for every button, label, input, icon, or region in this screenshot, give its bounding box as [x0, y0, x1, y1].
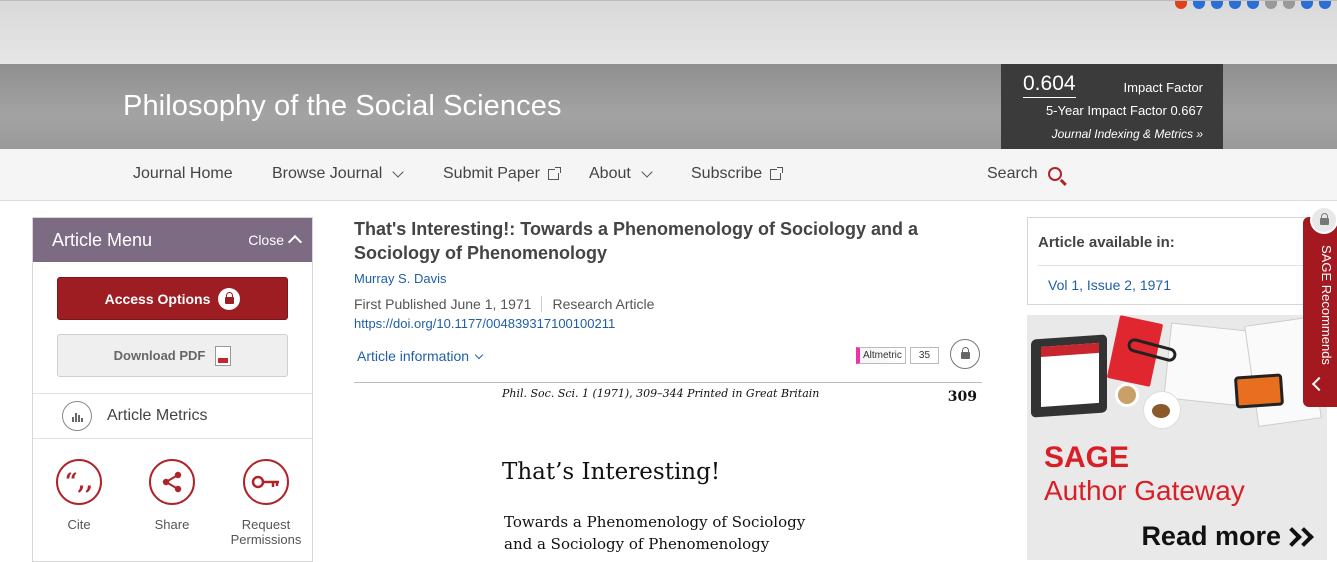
issue-link[interactable]: Vol 1, Issue 2, 1971	[1048, 277, 1171, 293]
extension-icon[interactable]	[1175, 1, 1187, 9]
extension-icon[interactable]	[1265, 1, 1277, 9]
impact-factor-box: 0.604 Impact Factor 5-Year Impact Factor…	[1001, 64, 1223, 149]
journal-indexing-link[interactable]: Journal Indexing & Metrics »	[1052, 127, 1203, 141]
pdf-title: That’s Interesting!	[502, 459, 721, 485]
article-menu-title: Article Menu	[52, 230, 153, 250]
search-button[interactable]: Search	[987, 165, 1062, 183]
chevron-down-icon	[392, 166, 404, 178]
sage-recommends-tab[interactable]: SAGE Recommends	[1303, 217, 1337, 407]
ad-brand: SAGE	[1044, 441, 1130, 474]
extension-icon[interactable]	[1247, 1, 1259, 9]
access-options-button[interactable]: Access Options	[57, 277, 288, 320]
read-more-link[interactable]: Read more	[1141, 521, 1314, 552]
external-link-icon	[547, 166, 561, 180]
lock-icon	[1310, 206, 1337, 234]
share-label: Share	[154, 517, 190, 532]
cite-label: Cite	[67, 517, 91, 532]
browser-toolbar-strip	[0, 0, 1337, 64]
doi-link[interactable]: https://doi.org/10.1177/0048393171001002…	[354, 316, 984, 331]
phone-image	[1233, 373, 1285, 409]
altmetric-score: 35	[909, 347, 940, 364]
nav-submit-paper[interactable]: Submit Paper	[443, 165, 561, 183]
author-link[interactable]: Murray S. Davis	[354, 271, 984, 286]
nav-label: About	[589, 165, 631, 182]
bar-chart-icon	[62, 401, 92, 431]
pdf-page-number: 309	[947, 389, 977, 405]
available-in-title: Article available in:	[1038, 234, 1175, 251]
read-more-label: Read more	[1141, 521, 1281, 551]
request-permissions-label: Request Permissions	[230, 517, 302, 547]
lock-icon	[218, 287, 241, 310]
article-information-label: Article information	[357, 348, 470, 364]
altmetric-badge[interactable]: Altmetric 35	[856, 347, 940, 364]
publication-info: First Published June 1, 1971 Research Ar…	[354, 296, 984, 312]
nav-journal-home[interactable]: Journal Home	[133, 165, 233, 183]
altmetric-label: Altmetric	[856, 347, 906, 364]
journal-banner: Philosophy of the Social Sciences 0.604 …	[0, 64, 1337, 149]
impact-factor-label: Impact Factor	[1123, 80, 1203, 95]
divider	[1038, 265, 1316, 266]
nav-about[interactable]: About	[589, 165, 653, 183]
request-permissions-button[interactable]: Request Permissions	[221, 459, 311, 547]
ad-tagline: Author Gateway	[1044, 475, 1245, 506]
article-metrics-label: Article Metrics	[107, 407, 208, 424]
chevron-up-icon	[287, 234, 303, 250]
download-pdf-button[interactable]: Download PDF	[57, 334, 288, 377]
nav-label: Subscribe	[691, 165, 763, 182]
extension-icon[interactable]	[1193, 1, 1205, 9]
nav-label: Submit Paper	[443, 165, 540, 182]
nav-subscribe[interactable]: Subscribe	[691, 165, 784, 183]
impact-factor-value: 0.604	[1023, 72, 1076, 98]
extension-icon[interactable]	[1319, 1, 1331, 9]
journal-title[interactable]: Philosophy of the Social Sciences	[123, 90, 562, 123]
chevron-down-icon	[641, 166, 653, 178]
nav-label: Journal Home	[133, 165, 233, 182]
separator	[541, 296, 543, 312]
article-available-in-box: Article available in: Vol 1, Issue 2, 19…	[1027, 217, 1327, 305]
extension-icon[interactable]	[1211, 1, 1223, 9]
pdf-file-icon	[215, 345, 232, 366]
cite-button[interactable]: “,, Cite	[34, 459, 124, 532]
double-chevron-right-icon	[1282, 526, 1314, 547]
article-main: That's Interesting!: Towards a Phenomeno…	[354, 217, 984, 553]
pdf-first-page-preview: Phil. Soc. Sci. 1 (1971), 309–344 Printe…	[354, 382, 982, 562]
access-options-label: Access Options	[104, 290, 211, 307]
pdf-subtitle-line: Towards a Phenomenology of Sociology	[504, 513, 806, 531]
browser-extension-icons[interactable]	[1175, 1, 1331, 11]
pdf-subtitle-line: and a Sociology of Phenomenology	[504, 535, 770, 553]
share-icon	[149, 459, 195, 505]
article-metrics-link[interactable]: Article Metrics	[33, 393, 312, 439]
nav-browse-journal[interactable]: Browse Journal	[272, 165, 404, 183]
five-year-impact-factor: 5-Year Impact Factor 0.667	[1045, 103, 1203, 118]
sage-author-gateway-ad[interactable]: SAGE Author Gateway Read more	[1027, 315, 1327, 560]
article-menu-close-button[interactable]: Close	[248, 232, 303, 250]
article-menu-header: Article Menu Close	[33, 218, 312, 262]
search-label: Search	[987, 165, 1038, 182]
chevron-down-icon	[474, 350, 484, 359]
article-type: Research Article	[552, 296, 655, 312]
quote-icon: “,,	[56, 459, 102, 505]
share-button[interactable]: Share	[127, 459, 217, 532]
external-link-icon	[770, 166, 784, 180]
extension-icon[interactable]	[1301, 1, 1313, 9]
download-pdf-label: Download PDF	[113, 348, 206, 363]
article-title: That's Interesting!: Towards a Phenomeno…	[354, 219, 919, 263]
search-icon	[1047, 167, 1062, 181]
article-info-row: Article information Altmetric 35	[354, 339, 982, 372]
nav-label: Browse Journal	[272, 165, 383, 182]
sage-recommends-label: SAGE Recommends	[1319, 245, 1334, 365]
extension-icon[interactable]	[1283, 1, 1295, 9]
lock-icon	[950, 339, 980, 369]
main-navigation: Journal Home Browse Journal Submit Paper…	[0, 149, 1337, 201]
published-date: First Published June 1, 1971	[354, 296, 532, 312]
article-menu-panel: Article Menu Close Access Options Downlo…	[32, 217, 313, 562]
tablet-image	[1031, 334, 1107, 418]
extension-icon[interactable]	[1229, 1, 1241, 9]
pdf-running-header: Phil. Soc. Sci. 1 (1971), 309–344 Printe…	[502, 387, 820, 400]
article-information-toggle[interactable]: Article information	[357, 348, 484, 364]
close-label: Close	[248, 232, 284, 248]
plate-image	[1143, 391, 1181, 429]
key-icon	[243, 459, 289, 505]
coffee-image	[1115, 383, 1139, 407]
